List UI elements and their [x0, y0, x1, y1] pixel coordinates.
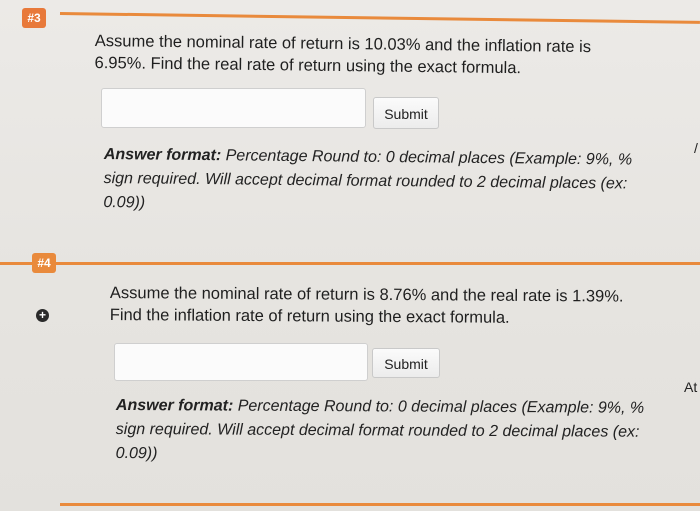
question-4-badge: #4 [32, 253, 56, 273]
question-3-submit-button[interactable]: Submit [373, 97, 439, 129]
edge-mark: / [694, 140, 698, 156]
question-separator-middle [0, 262, 700, 265]
question-4-submit-button[interactable]: Submit [372, 348, 440, 378]
question-3-text: Assume the nominal rate of return is 10.… [94, 31, 592, 78]
homework-page: #3 Assume the nominal rate of return is … [0, 0, 700, 511]
question-3-badge: #3 [22, 8, 46, 28]
edge-cut-off-text: At [684, 379, 698, 395]
question-separator-bottom [60, 503, 700, 506]
question-3-answer-input[interactable] [101, 88, 366, 128]
question-4-text: Assume the nominal rate of return is 8.7… [109, 283, 624, 327]
question-4-answer-format: Answer format: Percentage Round to: 0 de… [116, 394, 656, 469]
question-4-answer-input[interactable] [114, 343, 368, 381]
plus-circle-icon[interactable]: + [36, 309, 49, 322]
question-separator-top [59, 12, 700, 24]
question-4-answer-format-label: Answer format: [115, 396, 234, 415]
question-3-answer-format: Answer format: Percentage Round to: 0 de… [103, 143, 664, 221]
question-3-answer-format-label: Answer format: [103, 145, 222, 165]
